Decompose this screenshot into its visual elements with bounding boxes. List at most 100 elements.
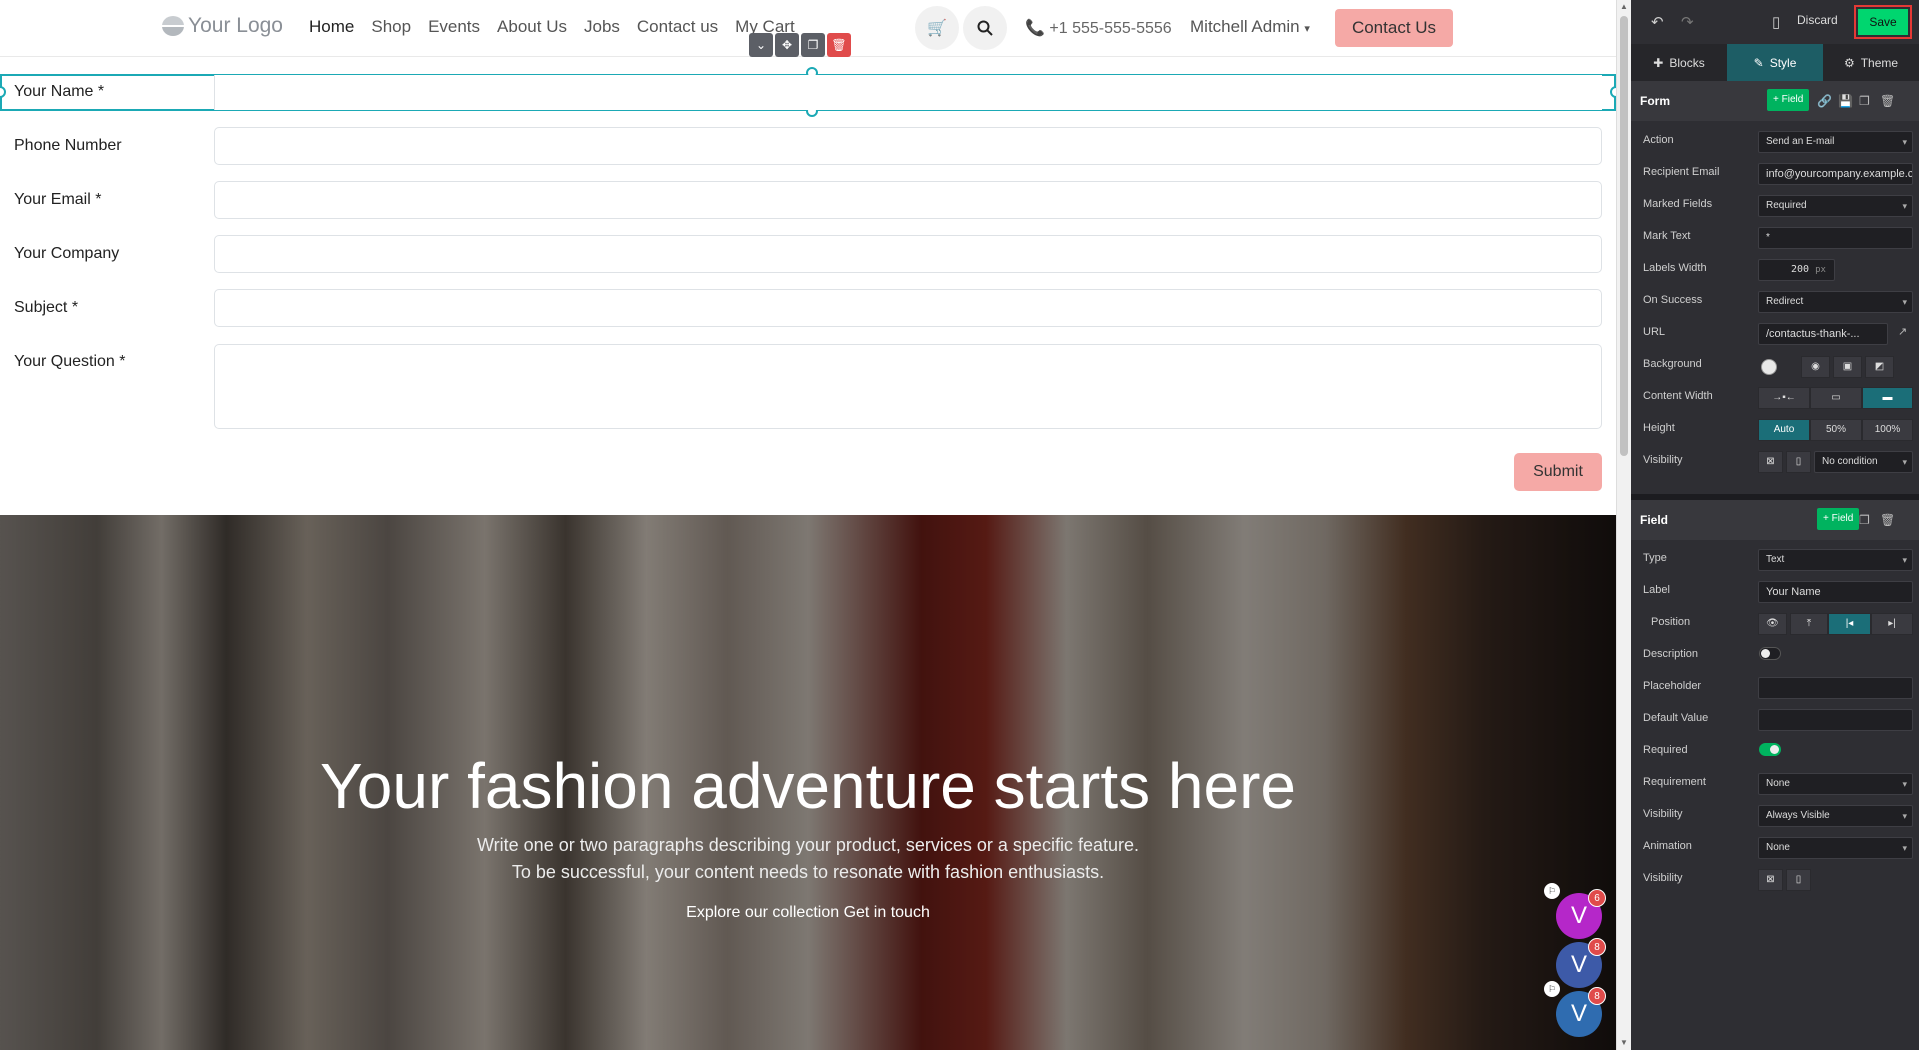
label-label: Label — [1643, 584, 1670, 596]
scroll-up-icon[interactable]: ▲ — [1620, 2, 1628, 11]
trash-icon[interactable]: 🗑 — [827, 33, 851, 57]
header-contact-button[interactable]: Contact Us — [1335, 9, 1453, 47]
nav-contact-us[interactable]: Contact us — [637, 17, 718, 37]
label-input[interactable]: Your Name — [1758, 581, 1913, 603]
redo-icon[interactable]: ↷ — [1681, 13, 1694, 31]
hidden-label-icon[interactable]: 👁 — [1758, 613, 1787, 635]
device-visibility-buttons: ⊠ ▯ — [1758, 451, 1811, 473]
tab-style[interactable]: ✎ Style — [1727, 44, 1823, 81]
label-your-email: Your Email * — [14, 191, 102, 208]
duplicate-icon[interactable]: ❐ — [801, 33, 825, 57]
search-button[interactable] — [963, 6, 1007, 50]
desktop-hidden-icon[interactable]: ⊠ — [1758, 451, 1783, 473]
label-your-company: Your Company — [14, 245, 120, 262]
label-right-icon[interactable]: ▸| — [1871, 613, 1913, 635]
position-label: Position — [1651, 616, 1691, 628]
website-preview: Your Logo Home Shop Events About Us Jobs… — [0, 0, 1616, 1050]
mobile-hidden-icon[interactable]: ▯ — [1786, 869, 1811, 891]
mark-text-input[interactable]: * — [1758, 227, 1913, 249]
requirement-select[interactable]: None — [1758, 773, 1913, 795]
nav-shop[interactable]: Shop — [371, 17, 411, 37]
add-field-button-2[interactable]: + Field — [1817, 508, 1860, 530]
input-your-email[interactable] — [214, 181, 1602, 219]
input-phone-number[interactable] — [214, 127, 1602, 165]
unread-badge: 6 — [1588, 889, 1606, 907]
action-select[interactable]: Send an E-mail — [1758, 131, 1913, 153]
scroll-down-icon[interactable]: ▼ — [1620, 1038, 1628, 1047]
default-value-input[interactable] — [1758, 709, 1913, 731]
labels-width-value: 200 — [1791, 264, 1810, 275]
scrollbar-thumb[interactable] — [1620, 16, 1628, 456]
search-icon — [977, 20, 993, 36]
animation-select[interactable]: None — [1758, 837, 1913, 859]
width-regular-icon[interactable]: ▭ — [1810, 387, 1862, 409]
height-auto-button[interactable]: Auto — [1758, 419, 1810, 441]
width-full-icon[interactable]: ▬ — [1862, 387, 1913, 409]
duplicate-icon[interactable]: ❐ — [1859, 94, 1870, 108]
nav-jobs[interactable]: Jobs — [584, 17, 620, 37]
nav-about-us[interactable]: About Us — [497, 17, 567, 37]
get-in-touch-link[interactable]: Get in touch — [844, 904, 930, 921]
input-your-company[interactable] — [214, 235, 1602, 273]
video-icon[interactable]: ▣ — [1833, 356, 1862, 378]
marked-fields-select[interactable]: Required — [1758, 195, 1913, 217]
add-field-button[interactable]: + Field — [1767, 89, 1810, 111]
visitor-avatar-1[interactable]: V 6 ⚐ — [1544, 883, 1606, 939]
trash-icon[interactable]: 🗑 — [1880, 94, 1895, 108]
description-label: Description — [1643, 648, 1699, 660]
description-toggle[interactable] — [1759, 647, 1781, 660]
chevron-down-icon[interactable]: ⌄ — [749, 33, 773, 57]
external-link-icon[interactable]: ↗ — [1898, 325, 1907, 338]
height-100-button[interactable]: 100% — [1862, 419, 1913, 441]
save-snippet-icon[interactable]: 💾 — [1838, 94, 1853, 108]
nav-events[interactable]: Events — [428, 17, 480, 37]
mobile-preview-icon[interactable]: ▯ — [1772, 13, 1780, 31]
height-50-button[interactable]: 50% — [1810, 419, 1862, 441]
input-subject[interactable] — [214, 289, 1602, 327]
site-logo[interactable]: Your Logo — [162, 14, 283, 38]
textarea-your-question[interactable] — [214, 344, 1602, 429]
field-visibility-select[interactable]: Always Visible — [1758, 805, 1913, 827]
discard-button[interactable]: Discard — [1797, 13, 1838, 27]
background-color-swatch[interactable] — [1761, 359, 1777, 375]
user-menu[interactable]: Mitchell Admin ▾ — [1190, 17, 1310, 37]
mobile-hidden-icon[interactable]: ▯ — [1786, 451, 1811, 473]
undo-icon[interactable]: ↶ — [1651, 13, 1664, 31]
save-button[interactable]: Save — [1854, 5, 1912, 39]
submit-button[interactable]: Submit — [1514, 453, 1602, 491]
tab-blocks[interactable]: ✚ Blocks — [1631, 44, 1727, 81]
trash-icon[interactable]: 🗑 — [1880, 513, 1895, 527]
cart-button[interactable]: 🛒 — [915, 6, 959, 50]
visitor-avatar-3[interactable]: V 8 ⚐ — [1544, 981, 1606, 1037]
hero-text-line2: To be successful, your content needs to … — [511, 862, 1105, 882]
nav-home[interactable]: Home — [309, 17, 354, 37]
labels-width-input[interactable]: 200 px — [1758, 259, 1835, 281]
explore-collection-link[interactable]: Explore our collection — [686, 904, 839, 921]
visibility-condition-select[interactable]: No condition — [1814, 451, 1913, 473]
placeholder-input[interactable] — [1758, 677, 1913, 699]
visitor-avatar-2[interactable]: V 8 — [1556, 938, 1606, 988]
gradient-icon[interactable]: ◩ — [1865, 356, 1894, 378]
camera-icon[interactable]: ◉ — [1801, 356, 1830, 378]
type-select[interactable]: Text — [1758, 549, 1913, 571]
tab-theme[interactable]: ⚙ Theme — [1823, 44, 1919, 81]
required-toggle[interactable] — [1759, 743, 1781, 756]
placeholder-label: Placeholder — [1643, 680, 1702, 692]
duplicate-icon[interactable]: ❐ — [1859, 513, 1870, 527]
action-label: Action — [1643, 134, 1674, 146]
url-input[interactable]: /contactus-thank-... — [1758, 323, 1888, 345]
on-success-select[interactable]: Redirect — [1758, 291, 1913, 313]
width-small-icon[interactable]: →▪← — [1758, 387, 1810, 409]
required-label: Required — [1643, 744, 1688, 756]
background-label: Background — [1643, 358, 1702, 370]
field-options: Type Text Label Your Name Position 👁 ⤒ |… — [1631, 540, 1919, 900]
link-icon[interactable]: 🔗 — [1817, 94, 1832, 108]
phone-link[interactable]: 📞 +1 555-555-5556 — [1025, 18, 1172, 38]
move-icon[interactable]: ✥ — [775, 33, 799, 57]
desktop-hidden-icon[interactable]: ⊠ — [1758, 869, 1783, 891]
input-your-name[interactable] — [214, 75, 1602, 110]
label-top-icon[interactable]: ⤒ — [1790, 613, 1828, 635]
recipient-input[interactable]: info@yourcompany.example.com — [1758, 163, 1913, 185]
label-left-icon[interactable]: |◂ — [1828, 613, 1871, 635]
page-scrollbar[interactable]: ▲ ▼ — [1616, 0, 1631, 1050]
